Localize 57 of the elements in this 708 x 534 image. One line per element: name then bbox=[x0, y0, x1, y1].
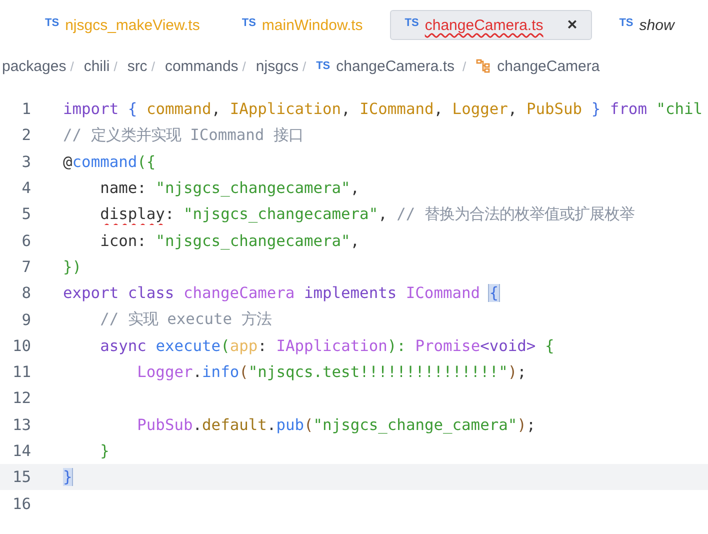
typescript-file-icon: TS bbox=[404, 17, 419, 29]
typescript-file-icon: TS bbox=[619, 17, 634, 29]
line-number: 13 bbox=[11, 416, 31, 434]
breadcrumb-item[interactable]: chili bbox=[84, 58, 110, 74]
class-symbol-icon bbox=[476, 59, 492, 73]
line-number: 9 bbox=[20, 310, 31, 329]
code-line: export class changeCamera implements ICommand { bbox=[63, 284, 500, 302]
editor-tab[interactable]: TS changeCamera.ts × bbox=[390, 10, 592, 40]
code-line: // 实现 execute 方法 bbox=[99, 309, 272, 330]
line-number: 4 bbox=[20, 179, 31, 198]
tab-label: changeCamera.ts bbox=[424, 16, 544, 34]
tab-label: show bbox=[639, 16, 674, 34]
line-number: 2 bbox=[20, 126, 31, 144]
line-number: 14 bbox=[11, 442, 31, 460]
line-number: 5 bbox=[20, 205, 31, 224]
breadcrumb-separator: / bbox=[242, 58, 246, 74]
breadcrumb-item[interactable]: packages bbox=[2, 58, 66, 74]
code-line: }) bbox=[63, 258, 83, 276]
editor-tab[interactable]: TS mainWindow.ts bbox=[226, 10, 378, 40]
code-line: import { command, IApplication, ICommand, Logger, PubSub } from "chil bbox=[63, 100, 704, 118]
breadcrumb-item[interactable]: changeCamera bbox=[497, 58, 600, 74]
tab-label: mainWindow.ts bbox=[262, 16, 363, 34]
breadcrumb-item[interactable]: njsgcs bbox=[256, 58, 298, 74]
code-line: icon: "njsgcs_changecamera", bbox=[99, 232, 361, 250]
tab-label: njsgcs_makeView.ts bbox=[65, 16, 200, 34]
line-number: 1 bbox=[20, 100, 31, 118]
code-line: name: "njsgcs_changecamera", bbox=[99, 179, 361, 198]
code-line: // 定义类并实现 ICommand 接口 bbox=[63, 124, 304, 146]
typescript-file-icon: TS bbox=[45, 17, 60, 29]
breadcrumb-item[interactable]: commands bbox=[164, 58, 238, 74]
line-number: 8 bbox=[20, 284, 31, 302]
line-number: 10 bbox=[11, 336, 31, 355]
line-number: 6 bbox=[20, 232, 31, 250]
line-number: 16 bbox=[11, 494, 31, 513]
code-line: } bbox=[99, 442, 110, 460]
line-number: 3 bbox=[20, 152, 31, 171]
editor-tab[interactable]: TS show bbox=[604, 10, 690, 40]
breadcrumb-separator: / bbox=[114, 58, 118, 74]
typescript-file-icon: TS bbox=[316, 60, 330, 72]
typescript-file-icon: TS bbox=[242, 17, 256, 29]
breadcrumb-separator: / bbox=[462, 58, 466, 74]
code-line: Logger.info("njsqcs.test!!!!!!!!!!!!!!!"); bbox=[136, 363, 528, 382]
close-icon[interactable]: × bbox=[567, 15, 578, 35]
breadcrumb-item[interactable]: changeCamera.ts bbox=[336, 58, 455, 74]
line-number: 11 bbox=[11, 363, 31, 382]
code-line: @command({ bbox=[63, 152, 157, 171]
line-number: 7 bbox=[20, 258, 31, 276]
code-line: async execute(app: IApplication): Promise<void> { bbox=[99, 336, 556, 355]
code-line: PubSub.default.pub("njsgcs_change_camera"); bbox=[136, 416, 537, 434]
breadcrumb-item[interactable]: src bbox=[127, 58, 148, 74]
line-number: 15 bbox=[11, 468, 31, 486]
breadcrumb-separator: / bbox=[70, 58, 74, 74]
breadcrumb-separator: / bbox=[302, 58, 306, 74]
code-line: display: "njsgcs_changecamera", // 替换为合法的枚举值或扩展枚举 bbox=[99, 204, 636, 225]
breadcrumb-separator: / bbox=[151, 58, 155, 74]
line-number: 12 bbox=[11, 389, 31, 408]
editor-tab[interactable]: TS njsgcs_makeView.ts bbox=[30, 10, 215, 40]
